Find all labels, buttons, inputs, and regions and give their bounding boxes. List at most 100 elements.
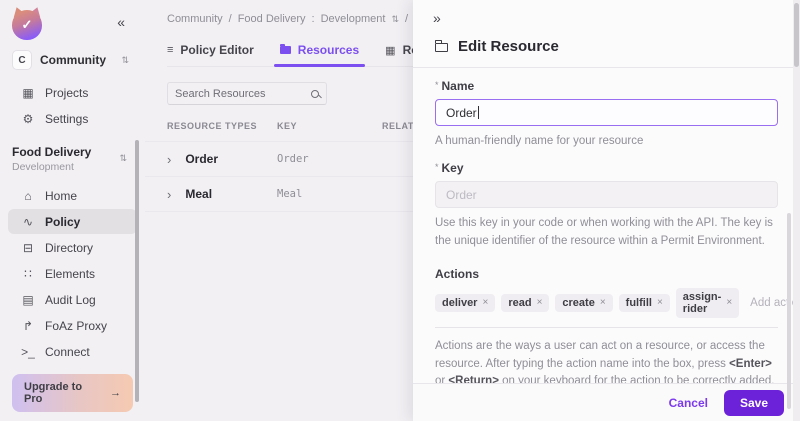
- key-field: Order: [435, 181, 778, 208]
- required-asterisk: *: [435, 80, 439, 90]
- upgrade-label: Upgrade to Pro: [24, 381, 100, 405]
- window-scrollbar-thumb[interactable]: [794, 3, 799, 67]
- sidebar-scrollbar[interactable]: [135, 140, 139, 402]
- sidebar-item-label: FoAz Proxy: [45, 319, 107, 333]
- action-tags: deliver read create fulfill: [435, 288, 739, 318]
- resource-key: Meal: [277, 188, 382, 200]
- panel-title: Edit Resource: [458, 38, 559, 55]
- text-cursor: [478, 106, 479, 119]
- sidebar-item-elements[interactable]: ∷ Elements: [8, 261, 137, 286]
- panel-footer: Cancel Save: [413, 383, 800, 421]
- resource-name: Meal: [185, 187, 212, 201]
- permit-logo-icon: ✓: [10, 8, 44, 40]
- action-tag: deliver: [435, 294, 495, 312]
- action-tag: fulfill: [619, 294, 670, 312]
- edit-resource-panel: » Edit Resource * Name Order A human-fri…: [413, 0, 800, 421]
- sidebar-item-icon: ▦: [20, 86, 36, 100]
- key-field-value: Order: [446, 188, 477, 202]
- actions-helper-text: Actions are the ways a user can act on a…: [435, 340, 765, 370]
- sidebar-item-icon: ∿: [20, 215, 36, 229]
- folder-icon: [435, 43, 448, 52]
- sidebar-item-label: Settings: [45, 112, 88, 126]
- arrow-right-icon: →: [110, 387, 121, 399]
- chevron-updown-icon: ⇅: [119, 153, 127, 164]
- breadcrumb-environment[interactable]: Development: [321, 13, 386, 25]
- sidebar-item-settings[interactable]: ⚙ Settings: [8, 106, 137, 131]
- sidebar-item-directory[interactable]: ⊟ Directory: [8, 235, 137, 260]
- sidebar-item-icon: ⚙: [20, 112, 36, 126]
- sidebar-item-connect[interactable]: >_ Connect: [8, 339, 137, 364]
- expand-chevron-icon[interactable]: [167, 153, 171, 166]
- sidebar-item-icon: ▤: [20, 293, 36, 307]
- action-tag-label: fulfill: [626, 297, 652, 309]
- tab-icon: [280, 46, 291, 54]
- sidebar-collapse-icon[interactable]: «: [117, 14, 125, 30]
- name-field-helper: A human-friendly name for your resource: [435, 133, 778, 150]
- sidebar-item-icon: ∷: [20, 267, 36, 281]
- search-resources-box: [167, 82, 327, 105]
- sidebar-item-foaz-proxy[interactable]: ↱ FoAz Proxy: [8, 313, 137, 338]
- sidebar-top-items: ▦ Projects ⚙ Settings: [0, 80, 145, 131]
- sidebar-item-icon: ⊟: [20, 241, 36, 255]
- project-environment: Development: [12, 161, 129, 173]
- updates-improvements-button[interactable]: Updates & Improvements ›: [0, 412, 145, 421]
- name-field-value: Order: [446, 106, 477, 120]
- column-header-resource-types: RESOURCE TYPES: [167, 121, 277, 131]
- breadcrumb-project[interactable]: Food Delivery: [238, 13, 306, 25]
- panel-collapse-icon[interactable]: »: [433, 10, 441, 26]
- column-header-key: KEY: [277, 121, 382, 131]
- action-tag-label: read: [508, 297, 531, 309]
- key-field-label: Key: [442, 161, 464, 175]
- sidebar-item-label: Home: [45, 189, 77, 203]
- chevron-updown-icon: ⇅: [121, 55, 129, 66]
- actions-label: Actions: [435, 267, 778, 281]
- sidebar-item-policy[interactable]: ∿ Policy: [8, 209, 137, 234]
- expand-chevron-icon[interactable]: [167, 188, 171, 201]
- required-asterisk: *: [435, 162, 439, 172]
- remove-tag-icon[interactable]: [537, 298, 543, 308]
- sidebar-item-icon: ↱: [20, 319, 36, 333]
- upgrade-to-pro-button[interactable]: Upgrade to Pro →: [12, 374, 133, 412]
- sidebar-item-label: Audit Log: [45, 293, 96, 307]
- breadcrumb-separator: /: [229, 13, 232, 25]
- sidebar-item-icon: ⌂: [20, 189, 36, 203]
- project-selector[interactable]: Food Delivery Development ⇅: [0, 145, 145, 173]
- divider: [413, 67, 800, 68]
- remove-tag-icon[interactable]: [600, 298, 606, 308]
- enter-key-label: <Enter>: [729, 358, 772, 370]
- sidebar-item-label: Projects: [45, 86, 88, 100]
- window-scrollbar[interactable]: [793, 0, 800, 421]
- cancel-button[interactable]: Cancel: [669, 396, 708, 410]
- save-button[interactable]: Save: [724, 390, 784, 416]
- remove-tag-icon[interactable]: [657, 298, 663, 308]
- sidebar-item-label: Connect: [45, 345, 90, 359]
- tab-label: Resources: [298, 43, 359, 57]
- action-tag-label: deliver: [442, 297, 477, 309]
- sidebar-item-icon: >_: [20, 345, 36, 359]
- project-name: Food Delivery: [12, 145, 129, 159]
- chevron-updown-icon: ⇅: [391, 14, 399, 25]
- workspace-name: Community: [40, 53, 106, 67]
- name-field[interactable]: Order: [435, 99, 778, 126]
- tab-policy-editor[interactable]: ≡ Policy Editor: [167, 43, 254, 66]
- action-tag: assign-rider: [676, 288, 739, 318]
- sidebar-item-label: Elements: [45, 267, 95, 281]
- name-field-label: Name: [442, 79, 475, 93]
- action-tag-label: create: [562, 297, 594, 309]
- sidebar-item-audit-log[interactable]: ▤ Audit Log: [8, 287, 137, 312]
- remove-tag-icon[interactable]: [482, 298, 488, 308]
- workspace-avatar: C: [12, 50, 32, 70]
- remove-tag-icon[interactable]: [726, 298, 732, 308]
- workspace-selector[interactable]: C Community ⇅: [0, 46, 145, 74]
- search-input[interactable]: [175, 88, 293, 100]
- panel-scrollbar[interactable]: [787, 213, 791, 409]
- search-icon[interactable]: [311, 90, 319, 98]
- resource-key: Order: [277, 153, 382, 165]
- actions-tag-input[interactable]: deliver read create fulfill: [435, 288, 778, 328]
- tab-label: Policy Editor: [180, 43, 253, 57]
- breadcrumb-workspace[interactable]: Community: [167, 13, 223, 25]
- sidebar-item-home[interactable]: ⌂ Home: [8, 183, 137, 208]
- sidebar-item-projects[interactable]: ▦ Projects: [8, 80, 137, 105]
- action-tag: create: [555, 294, 612, 312]
- tab-resources[interactable]: Resources: [280, 43, 359, 66]
